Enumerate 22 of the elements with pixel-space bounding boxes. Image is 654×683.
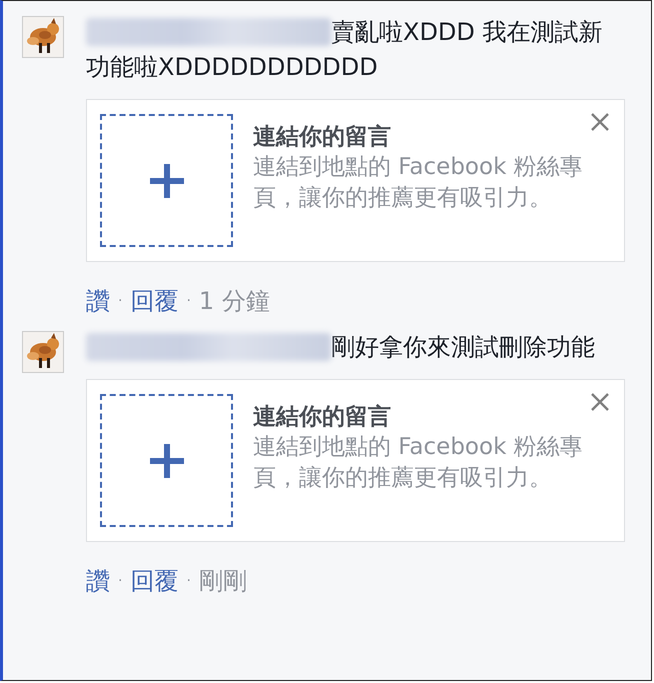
suggestion-title: 連結你的留言: [253, 403, 392, 432]
separator-dot: ·: [186, 292, 191, 311]
action-link[interactable]: 讚: [86, 286, 110, 316]
close-icon: [590, 112, 610, 132]
action-link[interactable]: 讚: [86, 566, 110, 596]
add-place-button[interactable]: [100, 114, 233, 247]
action-link[interactable]: 回覆: [130, 566, 178, 596]
separator-dot: ·: [186, 572, 191, 591]
separator-dot: ·: [118, 572, 122, 591]
close-button[interactable]: [590, 112, 610, 132]
separator-dot: ·: [118, 292, 122, 311]
comment-text: 剛好拿你來測試刪除功能: [86, 330, 625, 365]
add-place-button[interactable]: [100, 394, 233, 527]
close-icon: [590, 392, 610, 412]
suggestion-description: 連結到地點的 Facebook 粉絲專頁，讓你的推薦更有吸引力。: [253, 153, 584, 213]
suggestion-description: 連結到地點的 Facebook 粉絲專頁，讓你的推薦更有吸引力。: [253, 433, 584, 493]
action-link[interactable]: 回覆: [130, 286, 178, 316]
close-button[interactable]: [590, 392, 610, 412]
comment-text: 賣亂啦XDDD 我在測試新功能啦XDDDDDDDDDDD: [86, 17, 604, 83]
timestamp: 剛剛: [198, 566, 247, 596]
suggestion-title: 連結你的留言: [253, 123, 392, 152]
timestamp: 1 分鐘: [198, 286, 270, 316]
